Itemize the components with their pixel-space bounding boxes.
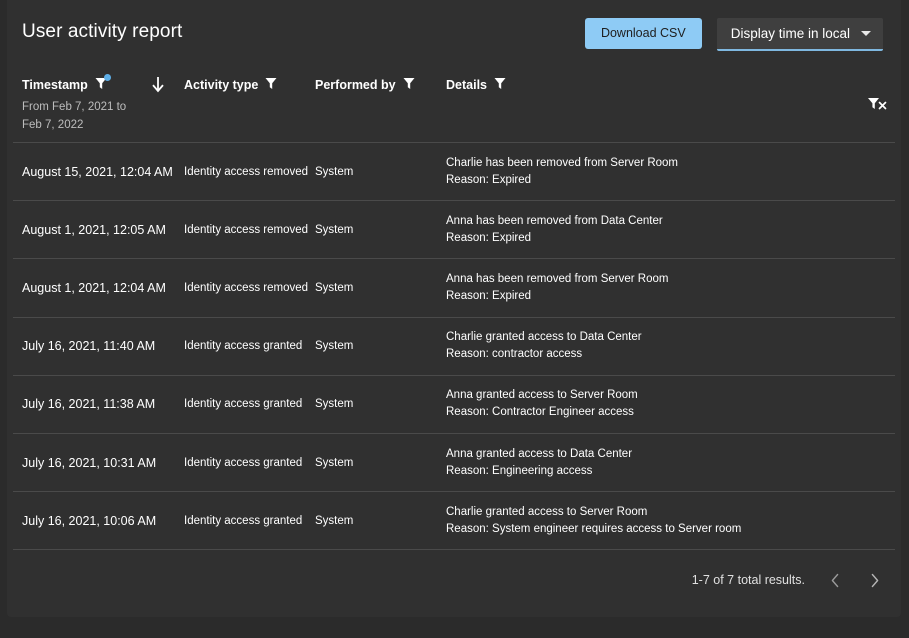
cell-activity-type: Identity access granted bbox=[184, 396, 309, 413]
column-header-timestamp-label: Timestamp bbox=[22, 77, 88, 93]
table-row[interactable]: July 16, 2021, 10:06 AM Identity access … bbox=[13, 491, 895, 549]
cell-timestamp: August 1, 2021, 12:04 AM bbox=[22, 281, 182, 295]
clear-filters-icon[interactable] bbox=[867, 95, 889, 115]
cell-details-reason: Reason: Expired bbox=[446, 172, 887, 189]
cell-performed-by: System bbox=[315, 398, 440, 410]
table-row[interactable]: August 15, 2021, 12:04 AM Identity acces… bbox=[13, 142, 895, 200]
cell-details-main: Charlie granted access to Data Center bbox=[446, 329, 887, 346]
cell-timestamp: July 16, 2021, 11:38 AM bbox=[22, 397, 182, 411]
cell-performed-by: System bbox=[315, 166, 440, 178]
chevron-down-icon bbox=[861, 31, 871, 36]
display-timezone-dropdown[interactable]: Display time in local bbox=[717, 18, 883, 51]
cell-details-reason: Reason: Expired bbox=[446, 288, 887, 305]
column-header-performed-by: Performed by bbox=[315, 77, 415, 93]
page-title: User activity report bbox=[22, 21, 182, 43]
report-header: User activity report Download CSV Displa… bbox=[7, 0, 901, 66]
cell-activity-type: Identity access granted bbox=[184, 512, 309, 529]
header-actions: Download CSV Display time in local bbox=[585, 18, 883, 51]
sort-descending-arrow-icon[interactable] bbox=[149, 75, 167, 95]
filter-active-badge bbox=[104, 74, 111, 81]
cell-details-reason: Reason: contractor access bbox=[446, 346, 887, 363]
column-header-details: Details bbox=[446, 77, 506, 93]
table-row[interactable]: August 1, 2021, 12:04 AM Identity access… bbox=[13, 258, 895, 316]
table-footer: 1-7 of 7 total results. bbox=[13, 549, 895, 611]
cell-activity-type: Identity access granted bbox=[184, 338, 309, 355]
pagination-results-label: 1-7 of 7 total results. bbox=[692, 573, 805, 587]
cell-details: Anna has been removed from Data Center R… bbox=[446, 213, 887, 247]
cell-timestamp: July 16, 2021, 10:31 AM bbox=[22, 456, 182, 470]
column-header-timestamp: Timestamp bbox=[22, 77, 107, 93]
display-timezone-label: Display time in local bbox=[731, 26, 850, 41]
cell-details-reason: Reason: Engineering access bbox=[446, 463, 887, 480]
chevron-right-icon[interactable] bbox=[866, 571, 883, 589]
cell-details-main: Anna has been removed from Server Room bbox=[446, 271, 887, 288]
table-row[interactable]: August 1, 2021, 12:05 AM Identity access… bbox=[13, 200, 895, 258]
cell-details-main: Anna granted access to Server Room bbox=[446, 387, 887, 404]
timestamp-range-label: From Feb 7, 2021 to Feb 7, 2022 bbox=[22, 98, 142, 134]
column-header-performed-by-label: Performed by bbox=[315, 77, 396, 93]
cell-details-reason: Reason: System engineer requires access … bbox=[446, 521, 887, 538]
table-header-row: Timestamp From Feb 7, 2021 to Feb 7, 202… bbox=[7, 66, 901, 142]
cell-timestamp: August 15, 2021, 12:04 AM bbox=[22, 165, 182, 179]
cell-activity-type: Identity access removed bbox=[184, 163, 309, 180]
column-header-details-label: Details bbox=[446, 77, 487, 93]
cell-details-reason: Reason: Expired bbox=[446, 230, 887, 247]
cell-details-reason: Reason: Contractor Engineer access bbox=[446, 404, 887, 421]
cell-activity-type: Identity access granted bbox=[184, 454, 309, 471]
cell-timestamp: July 16, 2021, 10:06 AM bbox=[22, 514, 182, 528]
cell-performed-by: System bbox=[315, 515, 440, 527]
table-row[interactable]: July 16, 2021, 11:40 AM Identity access … bbox=[13, 317, 895, 375]
cell-details-main: Anna granted access to Data Center bbox=[446, 446, 887, 463]
table-row[interactable]: July 16, 2021, 11:38 AM Identity access … bbox=[13, 375, 895, 433]
cell-activity-type: Identity access removed bbox=[184, 222, 309, 239]
user-activity-report-card: User activity report Download CSV Displa… bbox=[7, 0, 901, 617]
filter-funnel-icon-activity-type[interactable] bbox=[265, 77, 277, 90]
cell-details: Charlie has been removed from Server Roo… bbox=[446, 155, 887, 189]
cell-details: Anna granted access to Server Room Reaso… bbox=[446, 387, 887, 421]
cell-timestamp: August 1, 2021, 12:05 AM bbox=[22, 223, 182, 237]
cell-activity-type: Identity access removed bbox=[184, 280, 309, 297]
cell-details: Charlie granted access to Data Center Re… bbox=[446, 329, 887, 363]
activity-table-body: August 15, 2021, 12:04 AM Identity acces… bbox=[7, 142, 901, 549]
table-row[interactable]: July 16, 2021, 10:31 AM Identity access … bbox=[13, 433, 895, 491]
cell-details-main: Charlie granted access to Server Room bbox=[446, 504, 887, 521]
filter-funnel-icon-timestamp[interactable] bbox=[95, 77, 107, 90]
download-csv-button[interactable]: Download CSV bbox=[585, 18, 702, 49]
cell-details: Anna has been removed from Server Room R… bbox=[446, 271, 887, 305]
cell-details-main: Anna has been removed from Data Center bbox=[446, 213, 887, 230]
chevron-left-icon[interactable] bbox=[827, 571, 844, 589]
cell-performed-by: System bbox=[315, 224, 440, 236]
filter-funnel-icon-details[interactable] bbox=[494, 77, 506, 90]
cell-details-main: Charlie has been removed from Server Roo… bbox=[446, 155, 887, 172]
app-frame: User activity report Download CSV Displa… bbox=[0, 0, 909, 638]
filter-funnel-icon-performed-by[interactable] bbox=[403, 77, 415, 90]
pagination: 1-7 of 7 total results. bbox=[692, 571, 883, 589]
cell-timestamp: July 16, 2021, 11:40 AM bbox=[22, 339, 182, 353]
column-header-activity-type: Activity type bbox=[184, 77, 277, 93]
cell-performed-by: System bbox=[315, 457, 440, 469]
cell-details: Anna granted access to Data Center Reaso… bbox=[446, 446, 887, 480]
cell-performed-by: System bbox=[315, 340, 440, 352]
cell-details: Charlie granted access to Server Room Re… bbox=[446, 504, 887, 538]
column-header-activity-type-label: Activity type bbox=[184, 77, 258, 93]
cell-performed-by: System bbox=[315, 282, 440, 294]
